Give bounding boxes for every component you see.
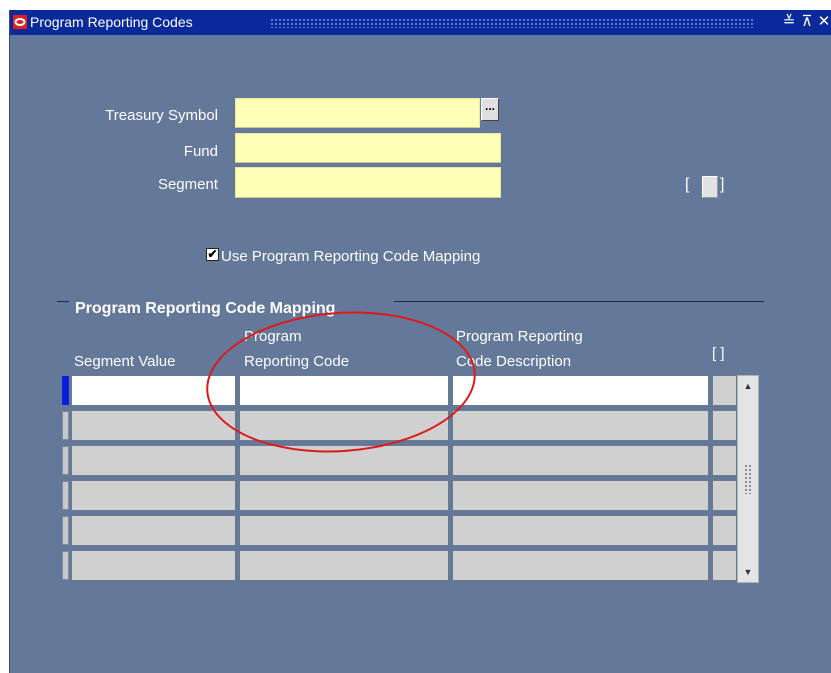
treasury-symbol-label: Treasury Symbol xyxy=(105,107,218,124)
column-header-segment-value: Segment Value xyxy=(74,353,176,370)
scroll-down-icon[interactable]: ▼ xyxy=(740,564,756,580)
description-cell[interactable] xyxy=(452,515,709,546)
description-cell[interactable] xyxy=(452,550,709,581)
program-reporting-codes-window: Program Reporting Codes ≚ ⊼ ✕ Treasury S… xyxy=(9,10,831,673)
list-of-values-button[interactable]: ... xyxy=(481,98,499,121)
bracket-right: ] xyxy=(720,176,725,193)
use-mapping-checkbox[interactable]: ✔ xyxy=(206,248,219,261)
segment-value-cell[interactable] xyxy=(71,480,236,511)
treasury-symbol-field[interactable] xyxy=(235,98,480,128)
row-indicator[interactable] xyxy=(62,411,69,440)
fund-label: Fund xyxy=(183,143,218,160)
row-flexfield-cell[interactable] xyxy=(712,480,737,511)
row-indicator[interactable] xyxy=(62,516,69,545)
program-reporting-code-cell[interactable] xyxy=(239,515,449,546)
row-indicator[interactable] xyxy=(62,446,69,475)
scroll-up-icon[interactable]: ▲ xyxy=(740,378,756,394)
program-reporting-code-cell[interactable] xyxy=(239,550,449,581)
description-cell[interactable] xyxy=(452,480,709,511)
flexfield-button[interactable] xyxy=(702,176,718,198)
segment-value-cell[interactable] xyxy=(71,515,236,546)
descriptive-flexfield[interactable]: [ ] xyxy=(682,170,725,202)
column-header-flex-bracket: [ ] xyxy=(712,345,725,362)
description-cell[interactable] xyxy=(452,410,709,441)
segment-field[interactable] xyxy=(235,167,501,198)
oracle-logo-icon xyxy=(13,15,27,29)
program-reporting-code-cell[interactable] xyxy=(239,480,449,511)
segment-value-cell[interactable] xyxy=(71,445,236,476)
fund-field[interactable] xyxy=(235,133,501,163)
row-flexfield-cell[interactable] xyxy=(712,410,737,441)
row-indicator-current[interactable] xyxy=(62,376,69,405)
window-title: Program Reporting Codes xyxy=(30,14,193,30)
title-bar-grip xyxy=(270,18,754,28)
row-flexfield-cell[interactable] xyxy=(712,515,737,546)
description-cell[interactable] xyxy=(452,375,709,406)
description-cell[interactable] xyxy=(452,445,709,476)
maximize-icon[interactable]: ⊼ xyxy=(798,13,816,31)
segment-label: Segment xyxy=(157,176,218,193)
use-mapping-checkbox-label: Use Program Reporting Code Mapping xyxy=(221,248,481,265)
row-indicator[interactable] xyxy=(62,481,69,510)
minimize-icon[interactable]: ≚ xyxy=(780,13,798,31)
row-flexfield-cell[interactable] xyxy=(712,550,737,581)
segment-value-cell[interactable] xyxy=(71,550,236,581)
row-flexfield-cell[interactable] xyxy=(712,375,737,406)
title-bar[interactable]: Program Reporting Codes ≚ ⊼ ✕ xyxy=(10,10,831,35)
mapping-section-title: Program Reporting Code Mapping xyxy=(75,300,336,317)
section-line-left xyxy=(57,301,69,302)
section-line-right xyxy=(394,301,764,302)
column-header-description-line1: Program Reporting xyxy=(456,328,583,345)
scroll-grip[interactable] xyxy=(744,464,752,494)
close-icon[interactable]: ✕ xyxy=(815,13,831,31)
bracket-left: [ xyxy=(685,176,690,193)
row-flexfield-cell[interactable] xyxy=(712,445,737,476)
row-indicator[interactable] xyxy=(62,551,69,580)
segment-value-cell[interactable] xyxy=(71,410,236,441)
vertical-scrollbar[interactable]: ▲ ▼ xyxy=(737,375,759,583)
